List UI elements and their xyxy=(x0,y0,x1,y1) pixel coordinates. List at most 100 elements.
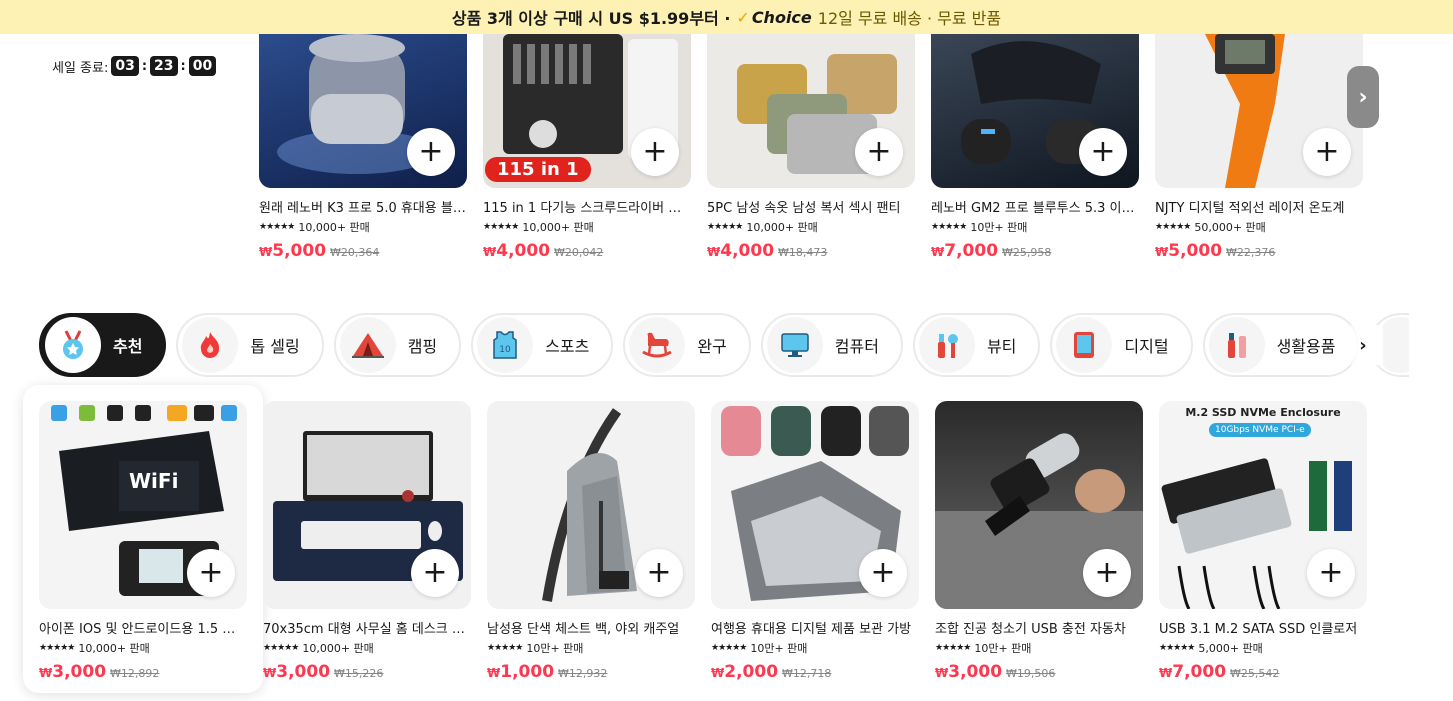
add-to-cart-button[interactable]: + xyxy=(411,549,459,597)
add-to-cart-button[interactable]: + xyxy=(1083,549,1131,597)
rating-stars: ★★★★★ xyxy=(707,222,743,232)
product-card[interactable]: + 조합 진공 청소기 USB 충전 자동차 ★★★★★ 10만+ 판매 ₩3,0… xyxy=(935,401,1143,682)
product-card[interactable]: + 5PC 남성 속옷 남성 복서 섹시 팬티 ★★★★★ 10,000+ 판매 … xyxy=(707,34,915,261)
original-price: ₩25,958 xyxy=(1002,246,1052,259)
tent-icon xyxy=(339,317,396,373)
tab-label: 디지털 xyxy=(1124,337,1169,356)
product-card[interactable]: WiFi + 아이폰 IOS 및 안드로이드용 1.5 WiFi OBD2 ★★… xyxy=(39,401,247,682)
rocking-horse-icon xyxy=(629,317,686,373)
product-card[interactable]: + 남성용 단색 체스트 백, 야외 캐주얼 ★★★★★ 10만+ 판매 ₩1,0… xyxy=(487,401,695,682)
product-card[interactable]: + 여행용 휴대용 디지털 제품 보관 가방 ★★★★★ 10만+ 판매 ₩2,0… xyxy=(711,401,919,682)
add-to-cart-button[interactable]: + xyxy=(407,128,455,176)
add-to-cart-button[interactable]: + xyxy=(635,549,683,597)
add-to-cart-button[interactable]: + xyxy=(1303,128,1351,176)
tab-camping[interactable]: 캠핑 xyxy=(333,313,462,377)
rating-stars: ★★★★★ xyxy=(487,643,523,653)
original-price: ₩20,364 xyxy=(330,246,380,259)
tab-label: 추천 xyxy=(113,337,143,356)
tab-top-selling[interactable]: 톱 셀링 xyxy=(176,313,324,377)
product-title[interactable]: 원래 레노버 K3 프로 5.0 휴대용 블루투스 xyxy=(259,197,467,216)
product-image[interactable]: + xyxy=(487,401,695,609)
product-card[interactable]: + NJTY 디지털 적외선 레이저 온도계 ★★★★★ 50,000+ 판매 ₩… xyxy=(1155,34,1363,261)
product-title[interactable]: 115 in 1 다기능 스크루드라이버 세트 xyxy=(483,197,691,216)
svg-text:10: 10 xyxy=(499,345,511,355)
original-price: ₩18,473 xyxy=(778,246,828,259)
carousel-next-button[interactable]: › xyxy=(1347,66,1379,128)
product-image[interactable]: 115 in 1 + xyxy=(483,34,691,188)
cosmetics-icon xyxy=(918,317,975,373)
sale-price: ₩5,000 xyxy=(259,241,327,261)
sale-price: ₩4,000 xyxy=(707,241,775,261)
sold-count: 10만+ 판매 xyxy=(970,221,1028,234)
product-image-text: 10Gbps NVMe PCI-e xyxy=(1209,423,1311,437)
product-card[interactable]: + 원래 레노버 K3 프로 5.0 휴대용 블루투스 ★★★★★ 10,000+… xyxy=(259,34,467,261)
product-image[interactable]: + xyxy=(711,401,919,609)
add-to-cart-button[interactable]: + xyxy=(1307,549,1355,597)
sold-count: 10,000+ 판매 xyxy=(78,642,150,655)
check-icon: ✓ xyxy=(736,7,750,27)
tab-household[interactable]: 생활용품 xyxy=(1202,313,1360,377)
choice-logo: ✓ Choice xyxy=(736,7,812,27)
tab-digital[interactable]: 디지털 xyxy=(1050,313,1193,377)
jersey-icon: 10 xyxy=(477,317,534,373)
add-to-cart-button[interactable]: + xyxy=(855,128,903,176)
add-to-cart-button[interactable]: + xyxy=(1079,128,1127,176)
sale-price: ₩3,000 xyxy=(39,662,107,682)
add-to-cart-button[interactable]: + xyxy=(187,549,235,597)
product-title[interactable]: 여행용 휴대용 디지털 제품 보관 가방 xyxy=(711,618,919,637)
product-image[interactable]: + xyxy=(931,34,1139,188)
product-title[interactable]: 5PC 남성 속옷 남성 복서 섹시 팬티 xyxy=(707,197,915,216)
product-title[interactable]: 레노버 GM2 프로 블루투스 5.3 이어폰 xyxy=(931,197,1139,216)
tab-recommended[interactable]: 추천 xyxy=(39,313,167,377)
add-to-cart-button[interactable]: + xyxy=(631,128,679,176)
product-image[interactable]: M.2 SSD NVMe Enclosure 10Gbps NVMe PCI-e… xyxy=(1159,401,1367,609)
sale-price: ₩3,000 xyxy=(935,662,1003,682)
rating-stars: ★★★★★ xyxy=(931,222,967,232)
countdown-hours: 03 xyxy=(111,56,139,76)
product-image-text: WiFi xyxy=(129,469,179,493)
sold-count: 5,000+ 판매 xyxy=(1198,642,1263,655)
sold-count: 10만+ 판매 xyxy=(750,642,808,655)
product-image[interactable]: + xyxy=(707,34,915,188)
product-title[interactable]: 아이폰 IOS 및 안드로이드용 1.5 WiFi OBD2 xyxy=(39,618,247,637)
sale-countdown: 세일 종료: 03: 23: 00 xyxy=(52,56,217,76)
original-price: ₩20,042 xyxy=(554,246,604,259)
rating-stars: ★★★★★ xyxy=(935,643,971,653)
fire-icon xyxy=(182,317,239,373)
product-title[interactable]: 70x35cm 대형 사무실 홈 데스크 매트 xyxy=(263,618,471,637)
countdown-seconds: 00 xyxy=(188,56,217,76)
product-title[interactable]: 조합 진공 청소기 USB 충전 자동차 xyxy=(935,618,1143,637)
sale-price: ₩5,000 xyxy=(1155,241,1223,261)
tab-sports[interactable]: 10 스포츠 xyxy=(471,313,614,377)
tab-toys[interactable]: 완구 xyxy=(623,313,751,377)
product-title[interactable]: USB 3.1 M.2 SATA SSD 인클로저 xyxy=(1159,618,1367,637)
promo-banner[interactable]: 상품 3개 이상 구매 시 US $1.99부터 · ✓ Choice 12일 무… xyxy=(0,0,1453,34)
product-image[interactable]: + xyxy=(259,34,467,188)
product-image[interactable]: + xyxy=(263,401,471,609)
original-price: ₩12,718 xyxy=(782,667,832,680)
product-image[interactable]: + xyxy=(1155,34,1363,188)
tabs-next-button[interactable]: › xyxy=(1343,325,1383,365)
rating-stars: ★★★★★ xyxy=(1159,643,1195,653)
sold-count: 50,000+ 판매 xyxy=(1194,221,1266,234)
sale-price: ₩2,000 xyxy=(711,662,779,682)
rating-stars: ★★★★★ xyxy=(259,222,295,232)
product-title[interactable]: 남성용 단색 체스트 백, 야외 캐주얼 xyxy=(487,618,695,637)
original-price: ₩22,376 xyxy=(1226,246,1276,259)
tab-label: 생활용품 xyxy=(1276,337,1336,356)
product-card[interactable]: + 레노버 GM2 프로 블루투스 5.3 이어폰 ★★★★★ 10만+ 판매 ₩… xyxy=(931,34,1139,261)
product-card[interactable]: 115 in 1 + 115 in 1 다기능 스크루드라이버 세트 ★★★★★… xyxy=(483,34,691,261)
tab-computer[interactable]: 컴퓨터 xyxy=(760,313,903,377)
tab-label: 스포츠 xyxy=(545,337,590,356)
add-to-cart-button[interactable]: + xyxy=(859,549,907,597)
original-price: ₩12,892 xyxy=(110,667,160,680)
sale-price: ₩1,000 xyxy=(487,662,555,682)
product-image[interactable]: WiFi + xyxy=(39,401,247,609)
tab-label: 캠핑 xyxy=(407,337,438,356)
product-image[interactable]: + xyxy=(935,401,1143,609)
product-card[interactable]: M.2 SSD NVMe Enclosure 10Gbps NVMe PCI-e… xyxy=(1159,401,1367,682)
product-title[interactable]: NJTY 디지털 적외선 레이저 온도계 xyxy=(1155,197,1363,216)
original-price: ₩25,542 xyxy=(1230,667,1280,680)
tab-beauty[interactable]: 뷰티 xyxy=(912,313,1041,377)
product-card[interactable]: + 70x35cm 대형 사무실 홈 데스크 매트 ★★★★★ 10,000+ 판… xyxy=(263,401,471,682)
